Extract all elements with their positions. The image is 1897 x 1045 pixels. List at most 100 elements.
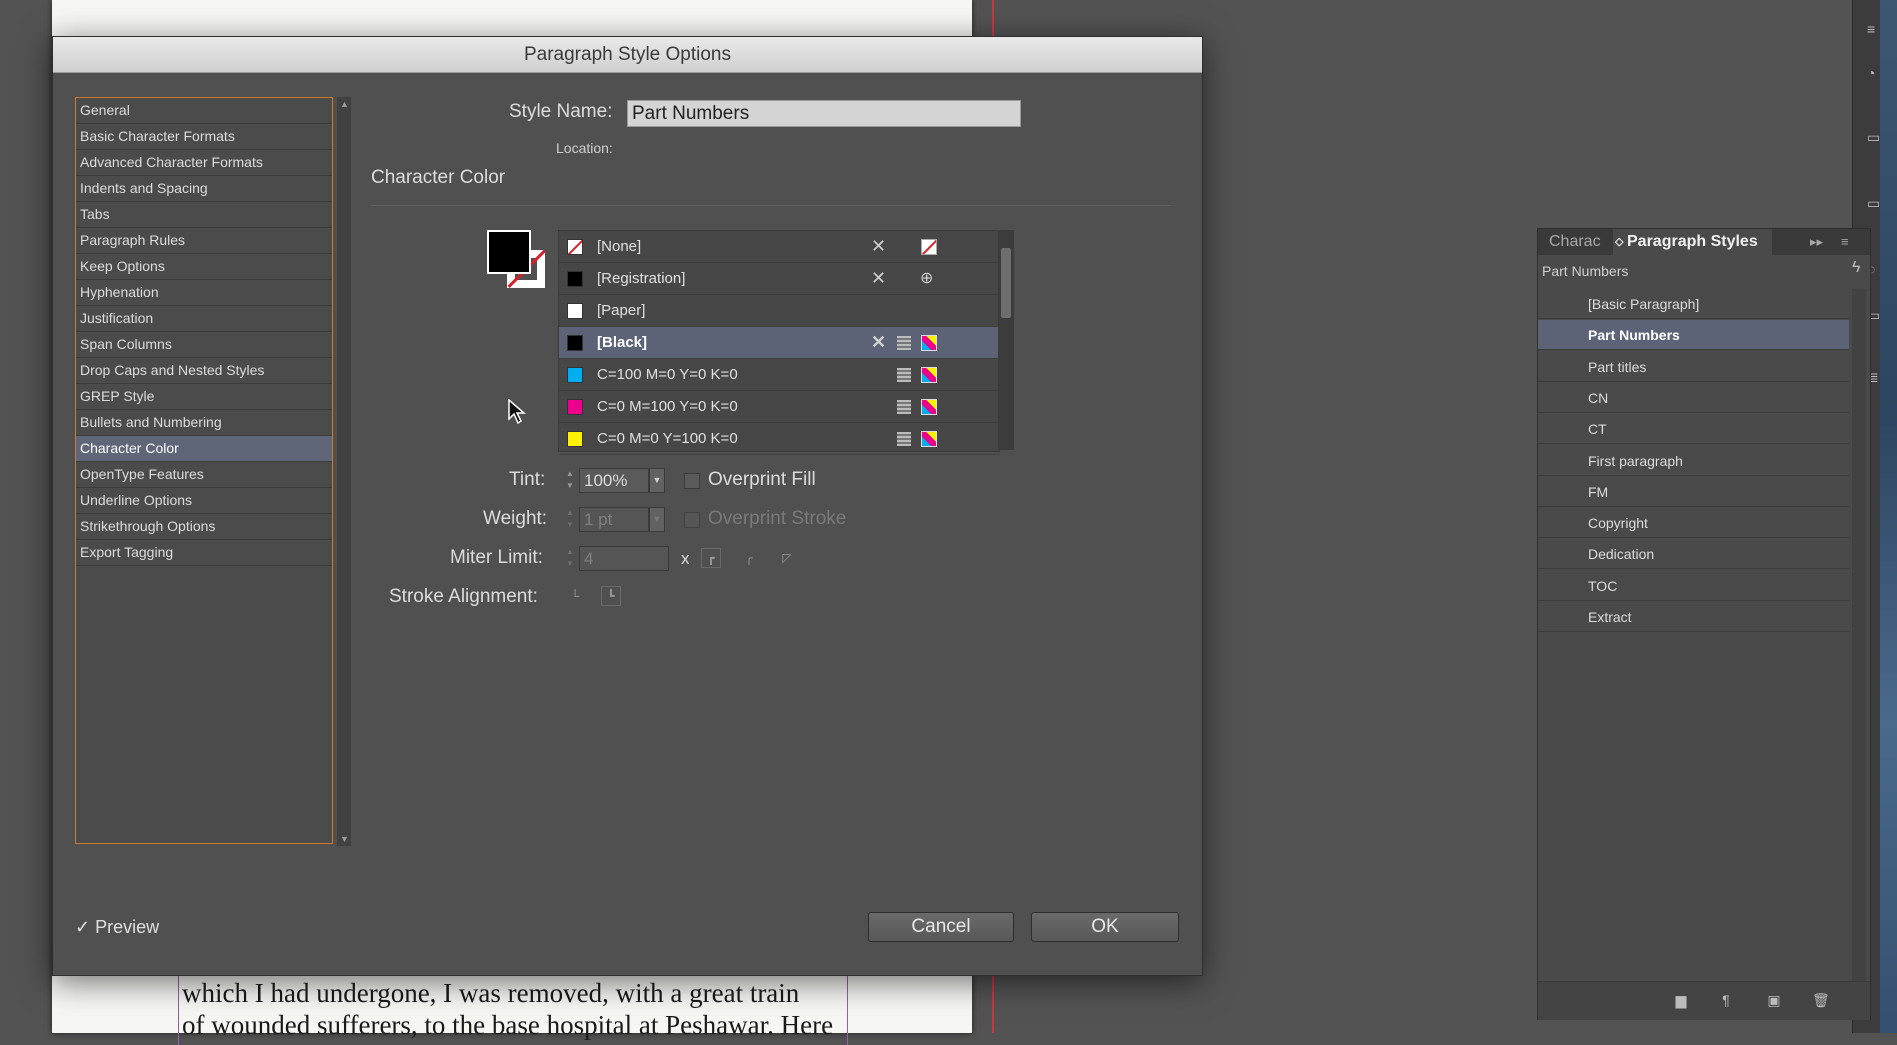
bevel-join-icon[interactable]: ◸ xyxy=(777,548,797,568)
style-name-input[interactable] xyxy=(627,100,1021,127)
category-scrollbar[interactable]: ▲ ▼ xyxy=(337,97,351,846)
category-item[interactable]: Character Color xyxy=(76,436,332,462)
overprint-stroke-checkbox[interactable] xyxy=(684,512,700,528)
swatch-row[interactable]: [Registration] ✕ ⊕ xyxy=(559,263,999,295)
section-divider xyxy=(371,205,1171,206)
paragraph-style-item[interactable]: [Basic Paragraph] xyxy=(1538,289,1849,319)
overprint-fill-label: Overprint Fill xyxy=(708,469,816,490)
folder-icon[interactable]: ▆ xyxy=(1673,992,1689,1008)
paragraph-style-item[interactable]: TOC xyxy=(1538,571,1849,601)
paragraph-style-item[interactable]: Extract xyxy=(1538,602,1849,632)
category-item[interactable]: Basic Character Formats xyxy=(76,124,332,150)
miter-limit-field[interactable]: 4 xyxy=(579,546,669,571)
swatch-row[interactable]: [Paper] xyxy=(559,295,999,327)
swatch-row[interactable]: C=0 M=100 Y=0 K=0 xyxy=(559,391,999,423)
tint-dropdown-icon[interactable]: ▼ xyxy=(649,468,665,493)
none-color-icon xyxy=(921,239,937,255)
swatch-row[interactable]: C=100 M=0 Y=0 K=0 xyxy=(559,359,999,391)
swatch-list: [None] ✕ [Registration] ✕ ⊕ [Paper] [Black] ✕ C=… xyxy=(558,230,1000,455)
panel-tabs: Charac ◇ Paragraph Styles ▸▸ ≡ xyxy=(1538,229,1870,255)
clear-overrides-icon[interactable]: ¶ xyxy=(1718,992,1734,1008)
paragraph-style-item[interactable]: Dedication xyxy=(1538,539,1849,570)
pages-icon[interactable]: ◔ xyxy=(1867,66,1881,80)
paragraph-style-item[interactable]: Part titles xyxy=(1538,352,1849,382)
cmyk-mode-icon xyxy=(921,335,937,351)
align-outside-icon[interactable]: ┗ xyxy=(601,586,621,606)
panel-menu-icon[interactable]: ≡ xyxy=(1841,229,1849,255)
category-item[interactable]: Keep Options xyxy=(76,254,332,280)
category-item[interactable]: Export Tagging xyxy=(76,540,332,566)
checkmark-icon: ✓ xyxy=(75,917,91,937)
scroll-up-icon[interactable]: ▲ xyxy=(340,99,349,109)
paragraph-style-item[interactable]: CN xyxy=(1538,383,1849,413)
paragraph-style-item[interactable]: Copyright xyxy=(1538,508,1849,539)
preview-label: Preview xyxy=(95,917,160,937)
category-item[interactable]: Tabs xyxy=(76,202,332,228)
swatch-name: [Paper] xyxy=(597,302,646,319)
new-style-icon[interactable]: ▣ xyxy=(1766,992,1782,1008)
category-item[interactable]: Drop Caps and Nested Styles xyxy=(76,358,332,384)
miter-join-icon[interactable]: ┏ xyxy=(701,548,721,568)
weight-label: Weight: xyxy=(483,508,548,529)
category-item[interactable]: Span Columns xyxy=(76,332,332,358)
weight-stepper-icon[interactable]: ▲ ▼ xyxy=(563,507,577,532)
styles-scrollbar[interactable] xyxy=(1852,289,1866,989)
scroll-thumb[interactable] xyxy=(1001,248,1011,318)
weight-dropdown-icon[interactable]: ▼ xyxy=(649,507,665,532)
process-color-icon xyxy=(897,432,911,446)
swatch-chip xyxy=(567,367,583,383)
swatch-name: [None] xyxy=(597,238,642,255)
swatch-chip xyxy=(567,239,583,255)
panel-footer: ▆ ¶ ▣ 🗑 xyxy=(1538,981,1870,1020)
section-title: Character Color xyxy=(371,167,506,188)
lightning-icon[interactable]: ϟ xyxy=(1852,259,1860,277)
overprint-fill-checkbox[interactable] xyxy=(684,473,700,489)
swatch-name: C=0 M=100 Y=0 K=0 xyxy=(597,398,738,415)
swatch-row[interactable]: [Black] ✕ xyxy=(559,327,999,359)
paragraph-style-item[interactable]: FM xyxy=(1538,477,1849,507)
scroll-down-icon[interactable]: ▼ xyxy=(340,834,349,844)
paragraph-style-item[interactable]: Part Numbers xyxy=(1538,320,1849,351)
category-item[interactable]: Advanced Character Formats xyxy=(76,150,332,176)
document-text-line: which I had undergone, I was removed, wi… xyxy=(182,978,800,1008)
paragraph-styles-panel: Charac ◇ Paragraph Styles ▸▸ ≡ Part Numb… xyxy=(1537,228,1871,1020)
swatch-chip xyxy=(567,431,583,447)
category-item[interactable]: Paragraph Rules xyxy=(76,228,332,254)
category-item[interactable]: OpenType Features xyxy=(76,462,332,488)
ok-button[interactable]: OK xyxy=(1031,912,1179,942)
category-item[interactable]: Bullets and Numbering xyxy=(76,410,332,436)
trash-icon[interactable]: 🗑 xyxy=(1812,992,1830,1008)
swatch-chip xyxy=(567,399,583,415)
cancel-button[interactable]: Cancel xyxy=(868,912,1014,942)
swatch-scrollbar[interactable] xyxy=(998,230,1014,450)
category-item[interactable]: Strikethrough Options xyxy=(76,514,332,540)
category-item[interactable]: Hyphenation xyxy=(76,280,332,306)
swatch-row[interactable]: [None] ✕ xyxy=(559,231,999,263)
swatch-row[interactable]: C=0 M=0 Y=100 K=0 xyxy=(559,423,999,455)
category-item[interactable]: Underline Options xyxy=(76,488,332,514)
category-item[interactable]: GREP Style xyxy=(76,384,332,410)
cmyk-mode-icon xyxy=(921,399,937,415)
menu-icon[interactable]: ≡ xyxy=(1867,22,1881,36)
weight-field[interactable]: 1 pt xyxy=(579,507,649,532)
category-item[interactable]: General xyxy=(76,98,332,124)
align-center-icon[interactable]: └ xyxy=(565,586,585,606)
tab-character-styles[interactable]: Charac xyxy=(1549,229,1601,255)
miter-x-label: x xyxy=(681,549,690,568)
tint-stepper-icon[interactable]: ▲ ▼ xyxy=(563,468,577,493)
category-item[interactable]: Indents and Spacing xyxy=(76,176,332,202)
round-join-icon[interactable]: ╭ xyxy=(739,548,759,568)
links-icon[interactable]: ▭ xyxy=(1867,196,1881,210)
collapse-icon[interactable]: ▸▸ xyxy=(1810,229,1823,255)
paragraph-style-item[interactable]: First paragraph xyxy=(1538,446,1849,476)
registration-icon: ⊕ xyxy=(920,270,934,287)
paragraph-style-item[interactable]: CT xyxy=(1538,414,1849,445)
tint-field[interactable]: 100% xyxy=(579,468,649,493)
miter-stepper-icon[interactable]: ▲ ▼ xyxy=(563,546,577,571)
preview-checkbox[interactable]: ✓ Preview xyxy=(75,917,159,938)
category-item[interactable]: Justification xyxy=(76,306,332,332)
swatch-chip xyxy=(567,271,583,287)
fill-proxy-swatch[interactable] xyxy=(487,230,531,274)
tab-paragraph-styles[interactable]: ◇ Paragraph Styles xyxy=(1613,229,1772,255)
layers-icon[interactable]: ▭ xyxy=(1867,130,1881,144)
